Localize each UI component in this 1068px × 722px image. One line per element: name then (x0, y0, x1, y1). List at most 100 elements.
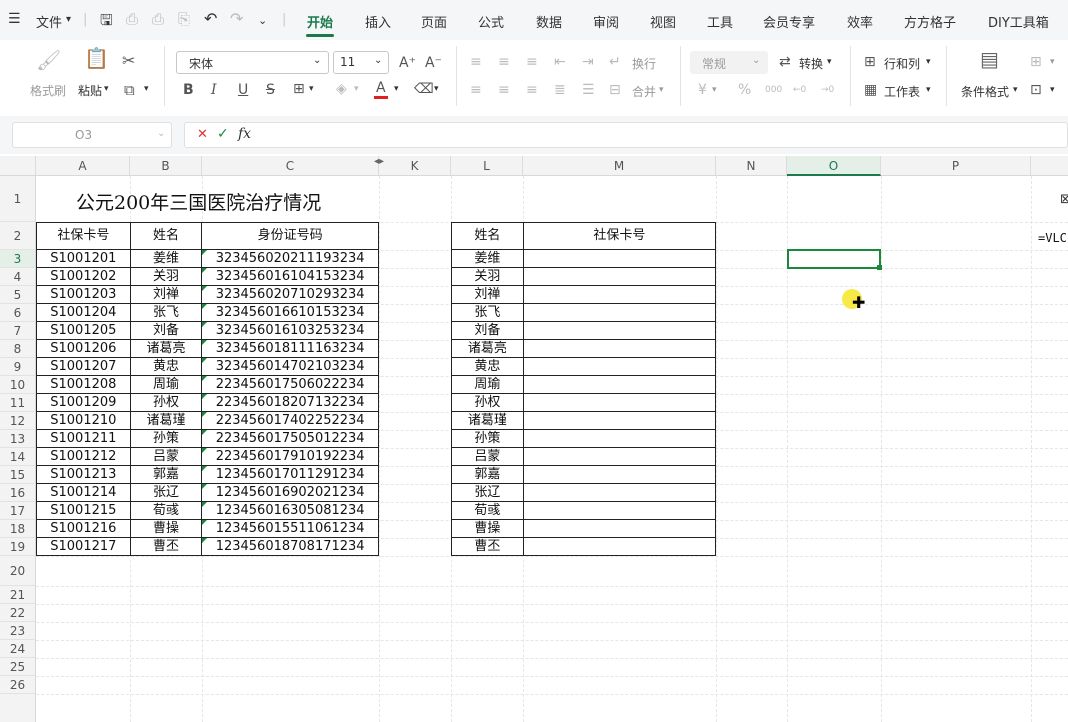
cell-card-no-empty[interactable] (522, 465, 717, 484)
cell-id-no[interactable]: 223456017506022234 (201, 375, 379, 394)
tab-insert[interactable]: 插入 (365, 12, 391, 31)
worksheet-icon[interactable]: ▦ (864, 82, 877, 98)
distribute-icon[interactable]: ☰ (582, 82, 595, 98)
save-icon[interactable]: 🖫 (100, 10, 113, 35)
cell-card-no[interactable]: S1001214 (36, 483, 131, 502)
format-painter-icon[interactable]: 🖌 (36, 50, 61, 70)
cell-card-no[interactable]: S1001203 (36, 285, 131, 304)
col-header-o[interactable]: O (787, 156, 881, 176)
justify-icon[interactable]: ≣ (554, 82, 566, 98)
undo-icon[interactable]: ↶ (204, 9, 217, 28)
cell-name[interactable]: 张飞 (129, 303, 203, 322)
font-color-icon[interactable]: A (376, 80, 386, 96)
cell-name[interactable]: 周瑜 (451, 375, 524, 394)
fill-color-icon[interactable]: ◈ (336, 81, 347, 97)
cell-card-no-empty[interactable] (522, 411, 717, 430)
cell-name[interactable]: 曹丕 (129, 537, 203, 556)
indent-left-icon[interactable]: ⇤ (554, 54, 566, 70)
row-header-8[interactable]: 8 (0, 340, 36, 358)
number-format-select[interactable]: 常规 ⌄ (690, 51, 768, 74)
cell-name[interactable]: 荀彧 (451, 501, 524, 520)
cell-id-no[interactable]: 323456020211193234 (201, 249, 379, 268)
merge-chevron-icon[interactable]: ▾ (659, 85, 664, 95)
align-bottom-icon[interactable]: ≡ (526, 54, 538, 70)
checkbox-icon[interactable]: ⊠ (1060, 192, 1068, 207)
row-header-25[interactable]: 25 (0, 658, 36, 676)
col-header-next[interactable] (1031, 156, 1068, 176)
cell-name[interactable]: 刘禅 (451, 285, 524, 304)
cell-id-no[interactable]: 123456016902021234 (201, 483, 379, 502)
column-splitter-icon[interactable]: ◂▸ (374, 156, 384, 167)
row-header-21[interactable]: 21 (0, 586, 36, 604)
increase-decimal-icon[interactable]: ←0 (793, 82, 806, 98)
tab-view[interactable]: 视图 (650, 12, 676, 31)
row-header-1[interactable]: 1 (0, 176, 36, 222)
paste-button[interactable]: 粘贴 (78, 82, 102, 99)
row-header-5[interactable]: 5 (0, 286, 36, 304)
tab-member[interactable]: 会员专享 (763, 12, 815, 31)
row-header-7[interactable]: 7 (0, 322, 36, 340)
col-header-n[interactable]: N (716, 156, 787, 176)
row-header-6[interactable]: 6 (0, 304, 36, 322)
row-header-15[interactable]: 15 (0, 466, 36, 484)
cell-card-no[interactable]: S1001204 (36, 303, 131, 322)
cell-card-no[interactable]: S1001201 (36, 249, 131, 268)
worksheet-button[interactable]: 工作表 (884, 83, 920, 100)
tab-home[interactable]: 开始 (307, 12, 333, 31)
cell-style-chevron-icon[interactable]: ▾ (1050, 57, 1055, 67)
thousands-icon[interactable]: 000 (765, 82, 782, 98)
print-setup-icon[interactable]: ⎙ (126, 10, 138, 28)
cell-name[interactable]: 刘备 (451, 321, 524, 340)
convert-button[interactable]: 转换 (799, 55, 823, 72)
cell-name[interactable]: 张辽 (129, 483, 203, 502)
table-style-icon[interactable]: ⊡ (1030, 82, 1042, 98)
cell-id-no[interactable]: 123456018708171234 (201, 537, 379, 556)
paste-chevron-icon[interactable]: ▾ (104, 84, 109, 94)
formula-input[interactable]: ✕ ✓ fx (184, 122, 1068, 148)
cell-card-no[interactable]: S1001209 (36, 393, 131, 412)
cell-name[interactable]: 姜维 (129, 249, 203, 268)
cell-card-no-empty[interactable] (522, 267, 717, 286)
rows-cols-chevron-icon[interactable]: ▾ (926, 57, 931, 67)
header-card-no[interactable]: 社保卡号 (36, 222, 131, 250)
tab-review[interactable]: 审阅 (593, 12, 619, 31)
conditional-format-icon[interactable]: ▤ (980, 49, 999, 69)
cell-name[interactable]: 姜维 (451, 249, 524, 268)
row-header-11[interactable]: 11 (0, 394, 36, 412)
cond-format-chevron-icon[interactable]: ▾ (1013, 85, 1018, 95)
select-all-corner[interactable] (0, 156, 36, 176)
row-header-3[interactable]: 3 (0, 250, 36, 268)
align-center-icon[interactable]: ≡ (498, 82, 510, 98)
currency-icon[interactable]: ¥ (698, 82, 707, 98)
cell-id-no[interactable]: 323456016104153234 (201, 267, 379, 286)
row-header-9[interactable]: 9 (0, 358, 36, 376)
cell-id-no[interactable]: 223456017505012234 (201, 429, 379, 448)
row-header-27[interactable] (0, 694, 36, 722)
chevron-down-icon[interactable]: ▾ (66, 14, 71, 25)
cell-name[interactable]: 曹操 (129, 519, 203, 538)
cell-card-no-empty[interactable] (522, 357, 717, 376)
shrink-font-icon[interactable]: A⁻ (425, 55, 442, 71)
grow-font-icon[interactable]: A⁺ (399, 55, 416, 71)
cell-card-no-empty[interactable] (522, 501, 717, 520)
percent-icon[interactable]: % (738, 82, 751, 98)
cell-card-no-empty[interactable] (522, 519, 717, 538)
cell-name[interactable]: 诸葛亮 (451, 339, 524, 358)
cell-card-no-empty[interactable] (522, 303, 717, 322)
bold-button[interactable]: B (183, 82, 194, 98)
header-name[interactable]: 姓名 (451, 222, 524, 250)
cell-card-no[interactable]: S1001216 (36, 519, 131, 538)
eraser-icon[interactable]: ⌫ (414, 81, 434, 97)
decrease-decimal-icon[interactable]: →0 (821, 82, 834, 98)
cell-name[interactable]: 诸葛瑾 (451, 411, 524, 430)
row-header-20[interactable]: 20 (0, 556, 36, 586)
col-header-b[interactable]: B (130, 156, 202, 176)
cell-card-no[interactable]: S1001207 (36, 357, 131, 376)
paste-icon[interactable]: 📋 (84, 48, 109, 68)
convert-chevron-icon[interactable]: ▾ (827, 57, 832, 67)
cell-card-no[interactable]: S1001212 (36, 447, 131, 466)
copy-icon[interactable]: ⧉ (124, 82, 135, 98)
tab-fangfang[interactable]: 方方格子 (904, 12, 956, 31)
align-right-icon[interactable]: ≡ (526, 82, 538, 98)
cell-name[interactable]: 黄忠 (129, 357, 203, 376)
